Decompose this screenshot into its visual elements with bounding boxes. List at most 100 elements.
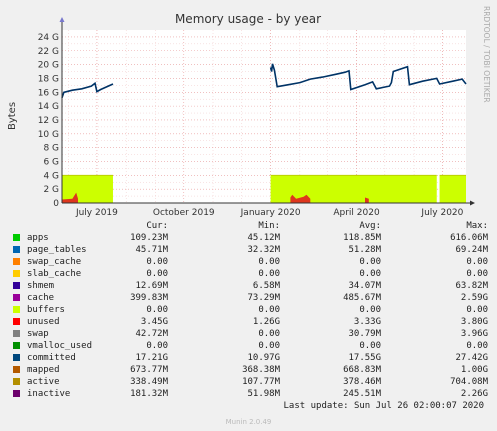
legend-avg: 51.28M (348, 245, 381, 255)
x-tick-label: April 2020 (333, 208, 380, 218)
legend-avg: 0.00 (359, 257, 381, 267)
legend-swatch (13, 246, 20, 253)
legend-avg: 0.00 (359, 269, 381, 279)
legend-swatch (13, 354, 20, 361)
legend-name: buffers (27, 305, 65, 315)
legend-name: vmalloc_used (27, 341, 93, 351)
legend-cur: 42.72M (135, 329, 168, 339)
legend-name: shmem (27, 281, 55, 291)
legend-min: 0.00 (258, 257, 280, 267)
legend-max: 0.00 (466, 341, 488, 351)
y-axis-arrow (59, 17, 65, 22)
legend-swatch (13, 258, 20, 265)
y-tick-label: 22 G (38, 47, 59, 57)
last-update: Last update: Sun Jul 26 02:00:07 2020 (283, 401, 484, 411)
legend-cur: 12.69M (135, 281, 168, 291)
x-axis-arrow (470, 200, 475, 206)
chart-title: Memory usage - by year (175, 12, 321, 26)
legend-cur: 399.83M (130, 293, 168, 303)
legend-min: 45.12M (247, 233, 280, 243)
legend-swatch (13, 270, 20, 277)
legend-cur: 3.45G (140, 317, 168, 327)
legend-swatch (13, 282, 20, 289)
legend-swatch (13, 306, 20, 313)
legend-min: 73.29M (247, 293, 280, 303)
header-avg: Avg: (359, 221, 381, 231)
legend-min: 1.26G (252, 317, 280, 327)
series-unused-area (439, 175, 466, 203)
legend-max: 704.08M (450, 377, 488, 387)
legend-avg: 245.51M (343, 389, 381, 399)
legend-swatch (13, 330, 20, 337)
legend-name: committed (27, 353, 76, 363)
y-tick-label: 2 G (43, 185, 59, 195)
legend-cur: 0.00 (146, 269, 168, 279)
legend-min: 0.00 (258, 329, 280, 339)
legend-name: page_tables (27, 245, 87, 255)
legend-max: 0.00 (466, 257, 488, 267)
legend-avg: 485.67M (343, 293, 381, 303)
y-tick-label: 16 G (38, 88, 59, 98)
legend-name: apps (27, 233, 49, 243)
legend-row-cache: cache 399.83M 73.29M 485.67M 2.59G (0, 292, 497, 304)
legend-name: slab_cache (27, 269, 82, 279)
y-tick-label: 6 G (43, 157, 59, 167)
legend-avg: 17.55G (348, 353, 381, 363)
header-min: Min: (258, 221, 280, 231)
y-tick-label: 0 (53, 199, 59, 209)
legend-row-unused: unused 3.45G 1.26G 3.33G 3.80G (0, 316, 497, 328)
legend-row-inactive: inactive 181.32M 51.98M 245.51M 2.26G (0, 388, 497, 400)
legend-min: 32.32M (247, 245, 280, 255)
legend-swatch (13, 366, 20, 373)
legend-max: 27.42G (455, 353, 488, 363)
legend-min: 0.00 (258, 341, 280, 351)
x-tick-label: January 2020 (240, 208, 301, 218)
plot-area: 0 2 G 4 G 6 G 8 G 10 G 12 G 14 G 16 G 18 G 20 G 22 … (38, 17, 475, 218)
legend-name: unused (27, 317, 60, 327)
legend-avg: 668.83M (343, 365, 381, 375)
legend-cur: 338.49M (130, 377, 168, 387)
legend-max: 616.06M (450, 233, 488, 243)
legend-swatch (13, 342, 20, 349)
legend-row-apps: apps 109.23M 45.12M 118.85M 616.06M (0, 232, 497, 244)
legend-row-buffers: buffers 0.00 0.00 0.00 0.00 (0, 304, 497, 316)
legend-name: cache (27, 293, 55, 303)
y-tick-label: 18 G (38, 74, 59, 84)
legend-min: 0.00 (258, 269, 280, 279)
side-label: RRDTOOL / TOBI OETIKER (482, 6, 491, 103)
y-tick-label: 8 G (43, 144, 59, 154)
legend-max: 1.00G (460, 365, 488, 375)
legend-cur: 0.00 (146, 341, 168, 351)
x-tick-label: July 2019 (75, 208, 118, 218)
header-max: Max: (466, 221, 488, 231)
legend-name: mapped (27, 365, 60, 375)
legend-min: 368.38M (242, 365, 280, 375)
legend-max: 2.59G (460, 293, 488, 303)
header-cur: Cur: (146, 221, 168, 231)
legend-swatch (13, 390, 20, 397)
legend-min: 10.97G (247, 353, 280, 363)
legend-row-mapped: mapped 673.77M 368.38M 668.83M 1.00G (0, 364, 497, 376)
legend-max: 3.96G (460, 329, 488, 339)
legend-header: Cur: Min: Avg: Max: (0, 220, 497, 232)
legend-cur: 0.00 (146, 257, 168, 267)
legend-row-slab-cache: slab_cache 0.00 0.00 0.00 0.00 (0, 268, 497, 280)
legend-cur: 673.77M (130, 365, 168, 375)
y-tick-label: 10 G (38, 130, 59, 140)
legend-avg: 0.00 (359, 341, 381, 351)
legend-row-page-tables: page_tables 45.71M 32.32M 51.28M 69.24M (0, 244, 497, 256)
legend-row-active: active 338.49M 107.77M 378.46M 704.08M (0, 376, 497, 388)
legend-min: 0.00 (258, 305, 280, 315)
legend-swatch (13, 294, 20, 301)
legend-avg: 378.46M (343, 377, 381, 387)
legend-max: 63.82M (455, 281, 488, 291)
legend-name: swap_cache (27, 257, 82, 267)
y-tick-label: 12 G (38, 116, 59, 126)
legend-cur: 17.21G (135, 353, 168, 363)
legend-min: 6.58M (252, 281, 280, 291)
legend-avg: 3.33G (353, 317, 381, 327)
munin-version: Munin 2.0.49 (225, 418, 272, 426)
x-tick-label: October 2019 (153, 208, 215, 218)
legend-swatch (13, 234, 20, 241)
x-tick-label: July 2020 (420, 208, 463, 218)
